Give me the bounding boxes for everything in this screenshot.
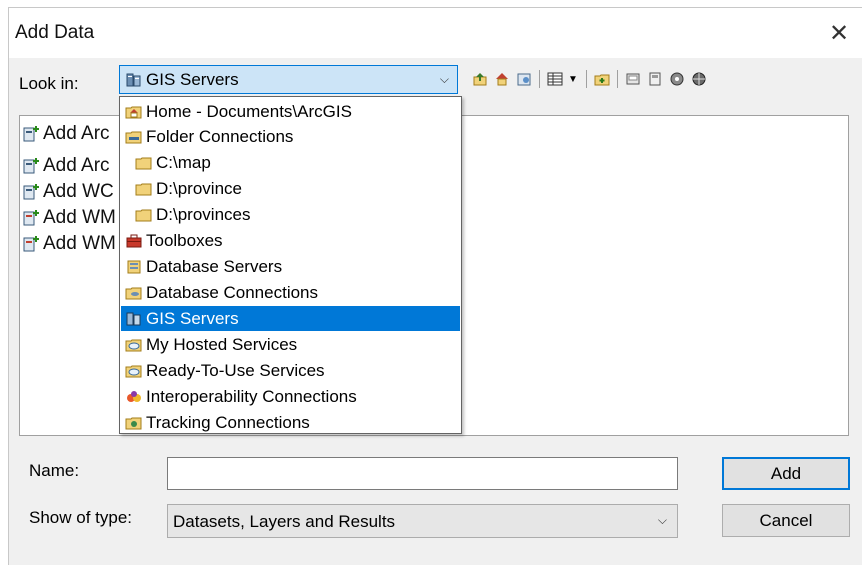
dropdown-item-label: D:\provinces bbox=[156, 204, 251, 224]
cancel-button[interactable]: Cancel bbox=[722, 504, 850, 537]
browser-item[interactable]: Add WM bbox=[22, 205, 116, 231]
browser-item[interactable]: Add Arc bbox=[22, 153, 110, 179]
add-data-dialog: Add Data ✕ Look in: GIS Servers ⌵ ▼ Add … bbox=[8, 7, 862, 565]
dropdown-item-folder[interactable]: C:\map bbox=[121, 150, 460, 175]
folder-icon bbox=[135, 155, 153, 171]
add-server-icon bbox=[22, 235, 40, 253]
dropdown-item-label: Database Servers bbox=[146, 256, 283, 276]
dropdown-item-label: Tracking Connections bbox=[146, 412, 310, 432]
chevron-down-icon: ⌵ bbox=[439, 72, 449, 86]
dropdown-item-database-servers[interactable]: Database Servers bbox=[121, 254, 460, 279]
chevron-down-icon: ⌵ bbox=[657, 513, 667, 527]
close-button[interactable]: ✕ bbox=[816, 8, 862, 58]
view-list-icon[interactable] bbox=[546, 70, 564, 88]
home-icon[interactable] bbox=[493, 70, 511, 88]
dropdown-item-tracking-connections[interactable]: Tracking Connections bbox=[121, 410, 460, 435]
look-in-combobox[interactable]: GIS Servers ⌵ bbox=[119, 65, 458, 94]
browser-item-label: Add WM bbox=[43, 207, 116, 228]
browser-item[interactable]: Add Arc bbox=[22, 121, 110, 147]
folder-connections-icon bbox=[125, 129, 143, 145]
toolbar-separator bbox=[616, 70, 618, 88]
dropdown-item-home[interactable]: Home - Documents\ArcGIS bbox=[121, 99, 460, 124]
dropdown-item-label: Folder Connections bbox=[146, 126, 294, 146]
dropdown-item-label: My Hosted Services bbox=[146, 334, 298, 354]
folder-icon bbox=[135, 207, 153, 223]
database-connection-icon bbox=[125, 285, 143, 301]
browser-item-label: Add Arc bbox=[43, 155, 110, 176]
up-one-level-icon[interactable] bbox=[471, 70, 489, 88]
browser-item[interactable]: Add WC bbox=[22, 179, 114, 205]
dropdown-item-toolboxes[interactable]: Toolboxes bbox=[121, 228, 460, 253]
dropdown-item-label: D:\province bbox=[156, 178, 242, 198]
look-in-value: GIS Servers bbox=[146, 70, 239, 89]
show-of-type-select[interactable]: Datasets, Layers and Results ⌵ bbox=[167, 504, 678, 538]
folder-icon bbox=[135, 181, 153, 197]
browser-item-label: Add WM bbox=[43, 233, 116, 254]
dropdown-item-label: Interoperability Connections bbox=[146, 386, 357, 406]
show-of-type-value: Datasets, Layers and Results bbox=[173, 512, 396, 531]
dropdown-item-label: Ready-To-Use Services bbox=[146, 360, 325, 380]
new-folder-icon[interactable] bbox=[593, 70, 611, 88]
browser-item[interactable]: Add WM bbox=[22, 231, 116, 257]
add-server-icon bbox=[22, 209, 40, 227]
add-server-icon bbox=[22, 125, 40, 143]
dropdown-item-folder[interactable]: D:\province bbox=[121, 176, 460, 201]
add-server-icon bbox=[22, 183, 40, 201]
interoperability-icon bbox=[125, 389, 143, 405]
dropdown-item-folder[interactable]: D:\provinces bbox=[121, 202, 460, 227]
dropdown-item-folder-connections[interactable]: Folder Connections bbox=[121, 124, 460, 149]
tracking-connections-icon bbox=[125, 415, 143, 431]
dropdown-item-gis-servers[interactable]: GIS Servers bbox=[121, 306, 460, 331]
dropdown-item-label: Database Connections bbox=[146, 282, 319, 302]
dropdown-item-ready-to-use-services[interactable]: Ready-To-Use Services bbox=[121, 358, 460, 383]
toolbar-separator bbox=[539, 70, 540, 88]
dropdown-item-my-hosted-services[interactable]: My Hosted Services bbox=[121, 332, 460, 357]
disconnect-icon[interactable] bbox=[624, 70, 642, 88]
database-server-icon bbox=[125, 259, 143, 275]
view-dropdown-icon[interactable]: ▼ bbox=[568, 74, 578, 85]
gis-servers-icon bbox=[126, 73, 142, 87]
ready-services-icon bbox=[125, 363, 143, 379]
dropdown-item-label: GIS Servers bbox=[146, 308, 239, 328]
add-button[interactable]: Add bbox=[722, 457, 850, 490]
dropdown-item-database-connections[interactable]: Database Connections bbox=[121, 280, 460, 305]
look-in-label: Look in: bbox=[19, 74, 79, 93]
catalog-icon[interactable] bbox=[515, 70, 533, 88]
browser-item-label: Add Arc bbox=[43, 123, 110, 144]
title-bar: Add Data ✕ bbox=[9, 8, 862, 58]
browser-item-label: Add WC bbox=[43, 181, 114, 202]
dropdown-item-interoperability-connections[interactable]: Interoperability Connections bbox=[121, 384, 460, 409]
dropdown-item-label: Home - Documents\ArcGIS bbox=[146, 101, 352, 121]
toolbox-icon bbox=[125, 233, 143, 249]
home-folder-icon bbox=[125, 104, 143, 120]
dropdown-item-label: C:\map bbox=[156, 152, 211, 172]
globe-icon[interactable] bbox=[690, 70, 708, 88]
window-title: Add Data bbox=[15, 22, 95, 43]
toolbar-separator bbox=[585, 70, 587, 88]
hosted-services-icon bbox=[125, 337, 143, 353]
options-icon[interactable] bbox=[668, 70, 686, 88]
toolbar: ▼ bbox=[471, 68, 712, 90]
add-server-icon bbox=[22, 157, 40, 175]
gis-servers-icon bbox=[125, 311, 143, 327]
show-of-type-label: Show of type: bbox=[29, 508, 133, 527]
look-in-dropdown-list[interactable]: Home - Documents\ArcGIS Folder Connectio… bbox=[119, 96, 462, 434]
name-label: Name: bbox=[29, 461, 80, 480]
dropdown-item-label: Toolboxes bbox=[146, 230, 223, 250]
name-field[interactable] bbox=[167, 457, 678, 490]
connect-icon[interactable] bbox=[646, 70, 664, 88]
